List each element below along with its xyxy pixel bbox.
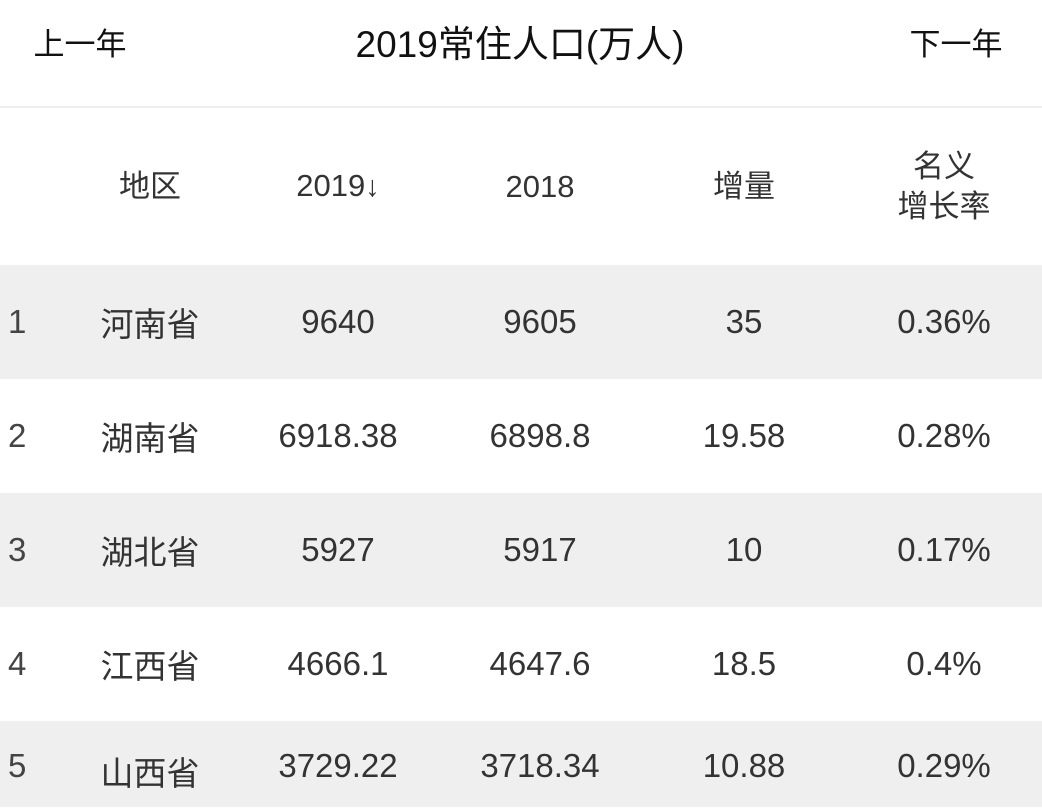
cell-delta: 10 bbox=[725, 531, 763, 568]
table-row[interactable]: 2 湖南省 6918.38 6898.8 19.58 0.28% bbox=[0, 379, 1042, 493]
cell-area: 湖北省 bbox=[100, 534, 200, 571]
cell-growth-rate: 0.36% bbox=[897, 303, 991, 340]
cell-year-2018: 6898.8 bbox=[489, 417, 591, 454]
table-row[interactable]: 3 湖北省 5927 5917 10 0.17% bbox=[0, 493, 1042, 607]
cell-delta: 19.58 bbox=[702, 417, 786, 454]
cell-growth-rate: 0.17% bbox=[897, 531, 991, 568]
cell-area: 江西省 bbox=[100, 648, 200, 685]
table-header-row: 地区 2019↓ 2018 增量 名义 增长率 bbox=[0, 108, 1042, 265]
table-row[interactable]: 1 河南省 9640 9605 35 0.36% bbox=[0, 265, 1042, 379]
column-header-growth-rate-line1: 名义 bbox=[913, 148, 975, 184]
cell-area: 山西省 bbox=[100, 755, 200, 792]
table-row[interactable]: 5 山西省 3729.22 3718.34 10.88 0.29% bbox=[0, 721, 1042, 807]
cell-year-2018: 3718.34 bbox=[480, 747, 600, 784]
column-header-year-2019[interactable]: 2019↓ bbox=[238, 166, 438, 207]
cell-growth-rate: 0.28% bbox=[897, 417, 991, 454]
row-index: 2 bbox=[8, 417, 27, 454]
cell-year-2019: 3729.22 bbox=[278, 747, 398, 784]
column-header-year-2019-label: 2019 bbox=[296, 168, 366, 203]
column-header-year-2018[interactable]: 2018 bbox=[438, 167, 642, 207]
top-navigation-bar: 上一年 2019常住人口(万人) 下一年 bbox=[0, 0, 1042, 108]
column-header-area[interactable]: 地区 bbox=[62, 167, 238, 207]
population-table-page: 上一年 2019常住人口(万人) 下一年 地区 2019↓ 2018 增量 名义… bbox=[0, 0, 1042, 812]
cell-delta: 35 bbox=[725, 303, 763, 340]
cell-year-2019: 6918.38 bbox=[278, 417, 398, 454]
cell-year-2018: 5917 bbox=[503, 531, 577, 568]
column-header-delta[interactable]: 增量 bbox=[642, 167, 846, 207]
cell-year-2019: 4666.1 bbox=[287, 645, 389, 682]
previous-year-button[interactable]: 上一年 bbox=[0, 22, 160, 68]
cell-growth-rate: 0.29% bbox=[897, 747, 991, 784]
next-year-button[interactable]: 下一年 bbox=[870, 22, 1042, 68]
table-row[interactable]: 4 江西省 4666.1 4647.6 18.5 0.4% bbox=[0, 607, 1042, 721]
cell-year-2018: 4647.6 bbox=[489, 645, 591, 682]
sort-descending-icon[interactable]: ↓ bbox=[365, 171, 380, 203]
cell-year-2019: 5927 bbox=[301, 531, 375, 568]
row-index: 3 bbox=[8, 531, 27, 568]
cell-growth-rate: 0.4% bbox=[906, 645, 982, 682]
cell-year-2019: 9640 bbox=[301, 303, 375, 340]
cell-delta: 10.88 bbox=[702, 747, 786, 784]
population-table: 地区 2019↓ 2018 增量 名义 增长率 1 河南省 9640 9605 … bbox=[0, 108, 1042, 807]
row-index: 1 bbox=[8, 303, 27, 340]
cell-year-2018: 9605 bbox=[503, 303, 577, 340]
row-index: 4 bbox=[8, 645, 27, 682]
page-title: 2019常住人口(万人) bbox=[355, 24, 685, 65]
column-header-growth-rate[interactable]: 名义 增长率 bbox=[846, 147, 1042, 227]
cell-area: 河南省 bbox=[100, 306, 200, 343]
cell-area: 湖南省 bbox=[100, 420, 200, 457]
column-header-growth-rate-line2: 增长率 bbox=[897, 188, 991, 224]
row-index: 5 bbox=[8, 747, 27, 784]
cell-delta: 18.5 bbox=[711, 645, 777, 682]
